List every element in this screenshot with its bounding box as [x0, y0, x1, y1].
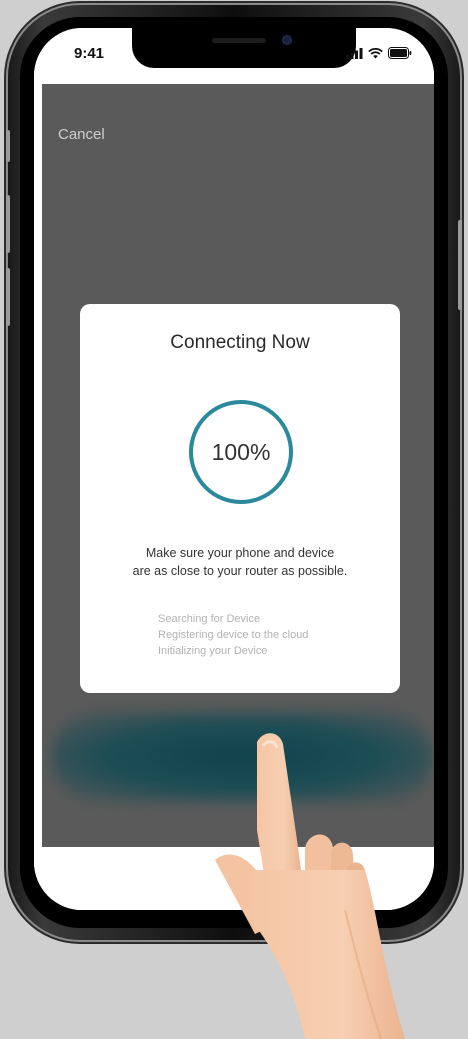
mute-switch: [6, 130, 10, 162]
battery-icon: [388, 47, 412, 59]
connection-steps: Searching for Device Registering device …: [158, 611, 308, 659]
signal-icon: [346, 47, 363, 59]
dialog-title: Connecting Now: [170, 332, 310, 353]
notch: [132, 28, 356, 68]
wifi-icon: [368, 47, 383, 58]
volume-up-button: [6, 195, 10, 253]
step-item: Registering device to the cloud: [158, 629, 309, 641]
status-time: 9:41: [74, 45, 105, 62]
connecting-dialog: Connecting Now 100% Make sure your phone…: [80, 304, 400, 693]
speaker-grille: [212, 38, 266, 43]
pointing-hand-icon: [215, 733, 405, 1039]
status-icons: [346, 47, 412, 59]
cancel-button[interactable]: Cancel: [58, 126, 105, 143]
hint-line-1: Make sure your phone and device: [145, 546, 335, 560]
status-bar: 9:41: [34, 28, 434, 84]
volume-down-button: [6, 268, 10, 326]
stage: 9:41 Cancel Connecting Now 100% Make sur…: [0, 0, 468, 1039]
proximity-hint: Make sure your phone and device are as c…: [80, 544, 400, 580]
step-item: Initializing your Device: [158, 645, 268, 657]
front-camera: [282, 35, 292, 45]
progress-percent: 100%: [211, 438, 271, 465]
hint-line-2: are as close to your router as possible.: [132, 564, 348, 578]
power-button: [458, 220, 462, 310]
step-item: Searching for Device: [158, 613, 261, 625]
